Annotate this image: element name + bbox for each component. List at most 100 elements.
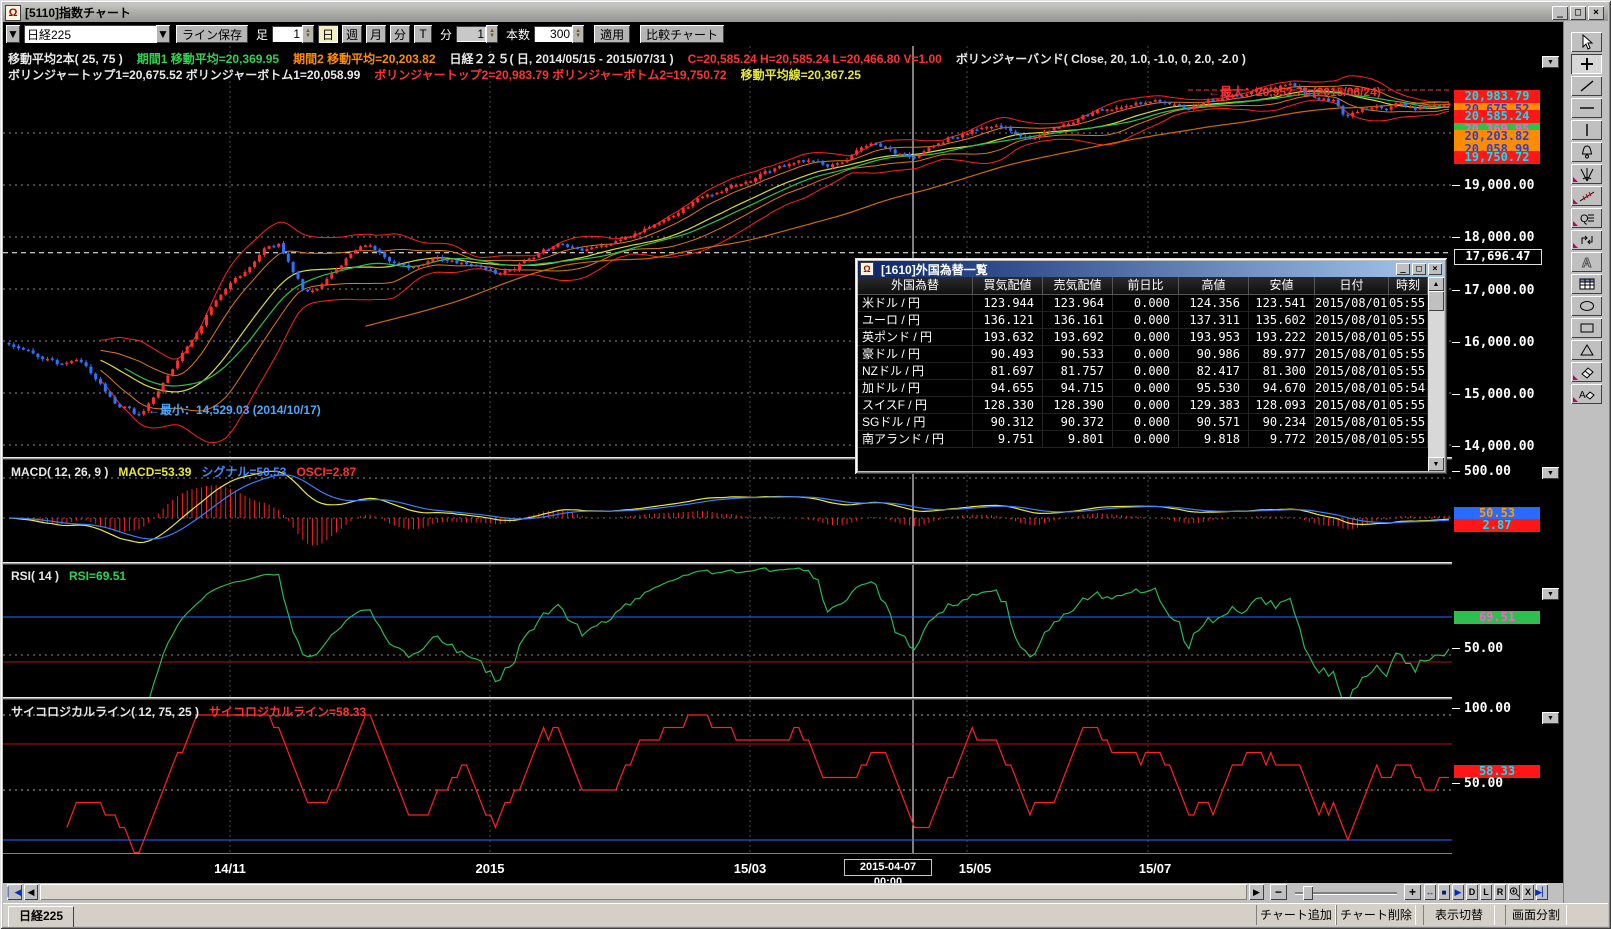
close-chart-button[interactable]: X — [1522, 884, 1534, 900]
zoom-slider-thumb[interactable] — [1303, 886, 1313, 900]
apply-button[interactable]: 適用 — [594, 25, 630, 43]
bottom-button-2[interactable]: チャート削除 — [1336, 905, 1416, 925]
pointer-icon[interactable] — [1571, 32, 1602, 52]
price-chip: 20,203.82 — [1454, 130, 1540, 143]
scroll-to-start-button[interactable]: ▏◀ — [7, 884, 22, 900]
rsi-value-chip: 69.51 — [1454, 611, 1540, 624]
forex-row[interactable]: 加ドル / 円94.65594.7150.00095.53094.6702015… — [858, 380, 1428, 397]
zoom-tool-icon[interactable] — [1508, 884, 1520, 900]
diagonal-line-icon[interactable] — [1571, 76, 1602, 96]
panel-dropdown-icon[interactable]: ▼ — [1542, 712, 1559, 724]
forex-row[interactable]: 米ドル / 円123.944123.9640.000124.356123.541… — [858, 295, 1428, 312]
count-input[interactable] — [534, 26, 572, 42]
macd-header-segment: MACD( 12, 26, 9 ) — [11, 465, 108, 479]
grid-icon[interactable] — [1571, 274, 1602, 294]
tab-nikkei225[interactable]: 日経225 — [8, 906, 74, 927]
forex-value-cell: 136.161 — [1043, 312, 1113, 329]
forex-row[interactable]: 南アランド / 円9.7519.8010.0009.8189.7722015/0… — [858, 431, 1428, 448]
bottom-button-1[interactable]: チャート追加 — [1256, 905, 1336, 925]
forex-column-header: 安値 — [1249, 277, 1315, 295]
period-button-日[interactable]: 日 — [318, 25, 338, 43]
forex-row[interactable]: ユーロ / 円136.121136.1610.000137.311135.602… — [858, 312, 1428, 329]
forex-column-header: 買気配値 — [973, 277, 1043, 295]
forex-row[interactable]: 豪ドル / 円90.49390.5330.00090.98689.9772015… — [858, 346, 1428, 363]
stop-icon[interactable]: ■ — [1438, 884, 1450, 900]
alarm-icon[interactable] — [1571, 142, 1602, 162]
text-eraser-icon[interactable]: A — [1571, 384, 1602, 404]
zoom-in-button[interactable]: + — [1404, 884, 1421, 900]
bottom-button-3[interactable]: 表示切替 — [1423, 905, 1495, 925]
symbol-select[interactable]: 日経225 ▼ — [24, 25, 170, 43]
minimize-button[interactable]: _ — [1552, 6, 1568, 20]
forex-window[interactable]: Ω [1610]外国為替一覧 _ □ × 外国為替買気配値売気配値前日比高値安値… — [855, 258, 1447, 474]
forex-row[interactable]: 英ポンド / 円193.632193.6920.000193.953193.22… — [858, 329, 1428, 346]
close-button[interactable]: × — [1588, 6, 1604, 20]
period-button-分[interactable]: 分 — [390, 25, 410, 43]
nav-button-D[interactable]: D — [1466, 884, 1478, 900]
eraser-icon[interactable] — [1571, 362, 1602, 382]
period-button-T[interactable]: T — [414, 25, 432, 43]
maximize-button[interactable]: □ — [1570, 6, 1586, 20]
bottom-button-4[interactable]: 画面分割 — [1505, 905, 1567, 925]
crosshair-icon[interactable] — [1571, 54, 1602, 74]
forex-title-bar[interactable]: Ω [1610]外国為替一覧 _ □ × — [858, 261, 1444, 277]
scroll-to-end-icon[interactable]: ▶▏ — [1536, 884, 1548, 900]
cursor-date-box: 2015-04-07 00:00 — [844, 859, 932, 876]
scroll-right-button[interactable]: ▶ — [1249, 884, 1264, 900]
forex-scroll-up-icon[interactable]: ▲ — [1428, 277, 1444, 291]
compare-chart-button[interactable]: 比較チャート — [640, 25, 724, 43]
pan-mode-icon[interactable]: ↔ — [1424, 884, 1436, 900]
fan-icon[interactable] — [1571, 164, 1602, 184]
forex-row[interactable]: NZドル / 円81.69781.7570.00082.41781.300201… — [858, 363, 1428, 380]
horizontal-line-icon[interactable] — [1571, 98, 1602, 118]
axis-tick — [1452, 237, 1460, 238]
panel-dropdown-icon[interactable]: ▼ — [1542, 467, 1559, 479]
forex-scrollbar-thumb[interactable] — [1428, 291, 1444, 311]
title-bar[interactable]: Ω [5110]指数チャート _ □ × — [3, 3, 1608, 22]
price-level-label: 19,000.00 — [1464, 178, 1534, 193]
drawing-toolbar: Q A A — [1563, 21, 1608, 903]
axis-tick — [1452, 446, 1460, 447]
bar-spinner[interactable]: ▲▼ — [302, 25, 314, 43]
minute-input[interactable] — [456, 26, 486, 42]
nav-button-R[interactable]: R — [1494, 884, 1506, 900]
panel-separator[interactable] — [3, 697, 1563, 700]
axis-tick — [1452, 783, 1460, 784]
forex-value-cell: 81.757 — [1043, 363, 1113, 380]
rsi-panel[interactable] — [3, 565, 1452, 697]
horizontal-scrollbar-thumb[interactable] — [40, 884, 1247, 900]
minute-spinner[interactable]: ▲▼ — [486, 25, 498, 43]
play-icon[interactable]: ▶ — [1452, 884, 1464, 900]
triangle-icon[interactable] — [1571, 340, 1602, 360]
save-lines-button[interactable]: ライン保存 — [176, 25, 248, 43]
psych-panel[interactable] — [3, 700, 1452, 853]
nav-button-L[interactable]: L — [1480, 884, 1492, 900]
panel-dropdown-icon[interactable]: ▼ — [1542, 588, 1559, 600]
forex-row[interactable]: スイスF / 円128.330128.3900.000129.383128.09… — [858, 397, 1428, 414]
psych-header: サイコロジカルライン( 12, 75, 25 )サイコロジカルライン=58.33 — [11, 703, 376, 720]
period-button-週[interactable]: 週 — [342, 25, 362, 43]
forex-value-cell: 9.772 — [1249, 431, 1315, 448]
forex-row[interactable]: SGドル / 円90.31290.3720.00090.57190.234201… — [858, 414, 1428, 431]
count-spinner[interactable]: ▲▼ — [572, 25, 584, 43]
rectangle-icon[interactable] — [1571, 318, 1602, 338]
scroll-left-button[interactable]: ◀ — [24, 884, 38, 900]
bar-count-input[interactable] — [272, 26, 302, 42]
ellipse-icon[interactable] — [1571, 296, 1602, 316]
forex-maximize-button[interactable]: □ — [1412, 263, 1426, 275]
text-icon[interactable]: A — [1571, 252, 1602, 272]
zoom-out-button[interactable]: − — [1270, 884, 1287, 900]
forex-minimize-button[interactable]: _ — [1396, 263, 1410, 275]
rotate-icon[interactable] — [1571, 230, 1602, 250]
forex-scroll-down-icon[interactable]: ▼ — [1428, 457, 1444, 471]
panel-separator[interactable] — [3, 562, 1563, 565]
symbol-select-arrow-icon[interactable]: ▼ — [156, 25, 170, 43]
period-button-月[interactable]: 月 — [366, 25, 386, 43]
symbol-list-dropdown-icon[interactable]: ▼ — [6, 25, 20, 43]
forex-close-button[interactable]: × — [1428, 263, 1442, 275]
forex-scrollbar[interactable]: ▲ ▼ — [1428, 277, 1444, 471]
trend-channel-icon[interactable] — [1571, 186, 1602, 206]
quote-list-icon[interactable]: Q — [1571, 208, 1602, 228]
vertical-line-icon[interactable] — [1571, 120, 1602, 140]
panel-dropdown-icon[interactable]: ▼ — [1542, 56, 1559, 68]
